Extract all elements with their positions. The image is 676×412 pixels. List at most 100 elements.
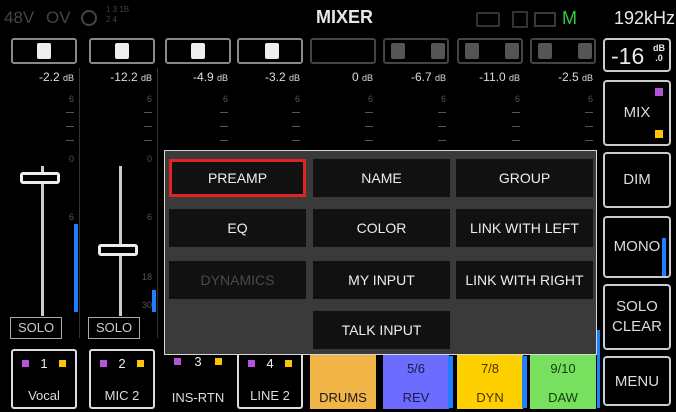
scale-tick xyxy=(220,112,228,113)
menu-button[interactable]: MENU xyxy=(603,356,671,406)
overvoltage-indicator: OV xyxy=(46,8,71,27)
fader-handle[interactable] xyxy=(98,244,138,256)
fader-track[interactable] xyxy=(41,166,44,316)
scale-tick xyxy=(220,126,228,127)
indicator-square-icon xyxy=(137,360,144,367)
solo-clear-label: CLEAR xyxy=(611,318,663,335)
scale-mark: 6 xyxy=(146,94,152,104)
channel-name-badge[interactable]: 9/10 DAW xyxy=(530,349,596,409)
gain-readout: -2.5 dB xyxy=(557,70,593,84)
scale-tick xyxy=(292,112,300,113)
fader-track[interactable] xyxy=(119,166,122,316)
mix-indicator-icon xyxy=(655,130,663,138)
color-button[interactable]: COLOR xyxy=(313,209,450,247)
scale-mark: 18 xyxy=(141,272,152,282)
channel-name-badge[interactable]: 7/8 DYN xyxy=(457,349,523,409)
channel-strip: -12.2 dB 6 0 6 18 30 SOLO 2 MIC 2 xyxy=(86,38,158,412)
divider xyxy=(79,68,80,338)
channel-select-button[interactable] xyxy=(383,38,449,64)
scale-tick xyxy=(438,112,446,113)
channel-name-badge[interactable]: 1 Vocal xyxy=(11,349,77,409)
dynamics-button[interactable]: DYNAMICS xyxy=(169,261,306,299)
scale-tick xyxy=(220,140,228,141)
group-button[interactable]: GROUP xyxy=(456,159,593,197)
scale-mark: 6 xyxy=(68,212,74,222)
channel-name-badge[interactable]: 3 INS-RTN xyxy=(165,349,231,409)
channel-number: 5/6 xyxy=(406,361,426,376)
edit-icon xyxy=(512,11,528,28)
select-knob-icon xyxy=(465,43,479,59)
channel-select-button[interactable] xyxy=(165,38,231,64)
divider xyxy=(157,68,158,338)
indicator-square-icon xyxy=(285,360,292,367)
channel-select-button[interactable] xyxy=(237,38,303,64)
monitor-level-value: -16 xyxy=(611,43,645,69)
channel-strip: -2.2 dB 6 0 6 SOLO 1 Vocal xyxy=(8,38,80,412)
eq-button[interactable]: EQ xyxy=(169,209,306,247)
scale-tick xyxy=(66,112,74,113)
dim-button[interactable]: DIM xyxy=(603,152,671,208)
channel-name-badge[interactable]: 2 MIC 2 xyxy=(89,349,155,409)
scale-tick xyxy=(365,126,373,127)
fader-handle[interactable] xyxy=(20,172,60,184)
menu-label: MENU xyxy=(614,373,660,390)
solo-clear-button[interactable]: SOLO CLEAR xyxy=(603,284,671,350)
scale-mark: 6 xyxy=(587,94,593,104)
channel-name: MIC 2 xyxy=(104,388,140,403)
indicator-square-icon xyxy=(59,360,66,367)
scale-tick xyxy=(438,140,446,141)
status-bar: 48V OV 1 3 1B 2 4 MIXER M 192kHz xyxy=(0,0,676,36)
phase-icon xyxy=(81,10,97,26)
channel-select-button[interactable] xyxy=(530,38,596,64)
solo-button[interactable]: SOLO xyxy=(88,317,140,339)
channel-select-button[interactable] xyxy=(457,38,523,64)
level-meter xyxy=(74,224,78,312)
scale-tick xyxy=(512,140,520,141)
channel-name-badge[interactable]: DRUMS xyxy=(310,349,376,409)
channel-number: 7/8 xyxy=(480,361,500,376)
link-with-right-button[interactable]: LINK WITH RIGHT xyxy=(456,261,593,299)
dim-label: DIM xyxy=(623,171,651,188)
message-icon xyxy=(534,12,556,27)
solo-button[interactable]: SOLO xyxy=(10,317,62,339)
my-input-button[interactable]: MY INPUT xyxy=(313,261,450,299)
channel-select-button[interactable] xyxy=(89,38,155,64)
monitor-level-display[interactable]: -16 dB .0 xyxy=(603,38,671,72)
scale-tick xyxy=(585,126,593,127)
preamp-button[interactable]: PREAMP xyxy=(169,159,306,197)
scale-tick xyxy=(512,126,520,127)
select-knob-icon xyxy=(578,43,592,59)
channel-name: Vocal xyxy=(28,388,60,403)
scale-tick xyxy=(66,126,74,127)
name-button[interactable]: NAME xyxy=(313,159,450,197)
channel-options-popup: PREAMP NAME GROUP EQ COLOR LINK WITH LEF… xyxy=(164,150,597,355)
mono-label: MONO xyxy=(613,238,661,255)
mix-button[interactable]: MIX xyxy=(603,80,671,146)
select-knob-icon xyxy=(115,43,129,59)
channel-select-button[interactable] xyxy=(310,38,376,64)
select-knob-icon xyxy=(538,43,552,59)
channel-name: DRUMS xyxy=(319,390,367,405)
talk-input-button[interactable]: TALK INPUT xyxy=(313,311,450,349)
gain-readout: -4.9 dB xyxy=(192,70,228,84)
channel-select-button[interactable] xyxy=(11,38,77,64)
solo-clear-label: SOLO xyxy=(616,298,658,315)
select-knob-icon xyxy=(191,43,205,59)
scale-tick xyxy=(292,140,300,141)
select-knob-icon xyxy=(505,43,519,59)
monitor-level-unit: dB .0 xyxy=(653,43,665,63)
scale-mark: 0 xyxy=(146,154,152,164)
channel-name-badge[interactable]: 5/6 REV xyxy=(383,349,449,409)
gain-readout: -11.0 dB xyxy=(479,70,520,84)
link-with-left-button[interactable]: LINK WITH LEFT xyxy=(456,209,593,247)
channel-name-badge[interactable]: 4 LINE 2 xyxy=(237,349,303,409)
page-title: MIXER xyxy=(316,7,374,27)
scale-mark: 6 xyxy=(68,94,74,104)
scale-tick xyxy=(144,112,152,113)
scale-tick xyxy=(365,140,373,141)
level-meter xyxy=(522,356,527,408)
scale-mark: 6 xyxy=(367,94,373,104)
scale-tick xyxy=(585,140,593,141)
channel-name: REV xyxy=(402,390,430,405)
mono-button[interactable]: MONO xyxy=(603,216,671,278)
